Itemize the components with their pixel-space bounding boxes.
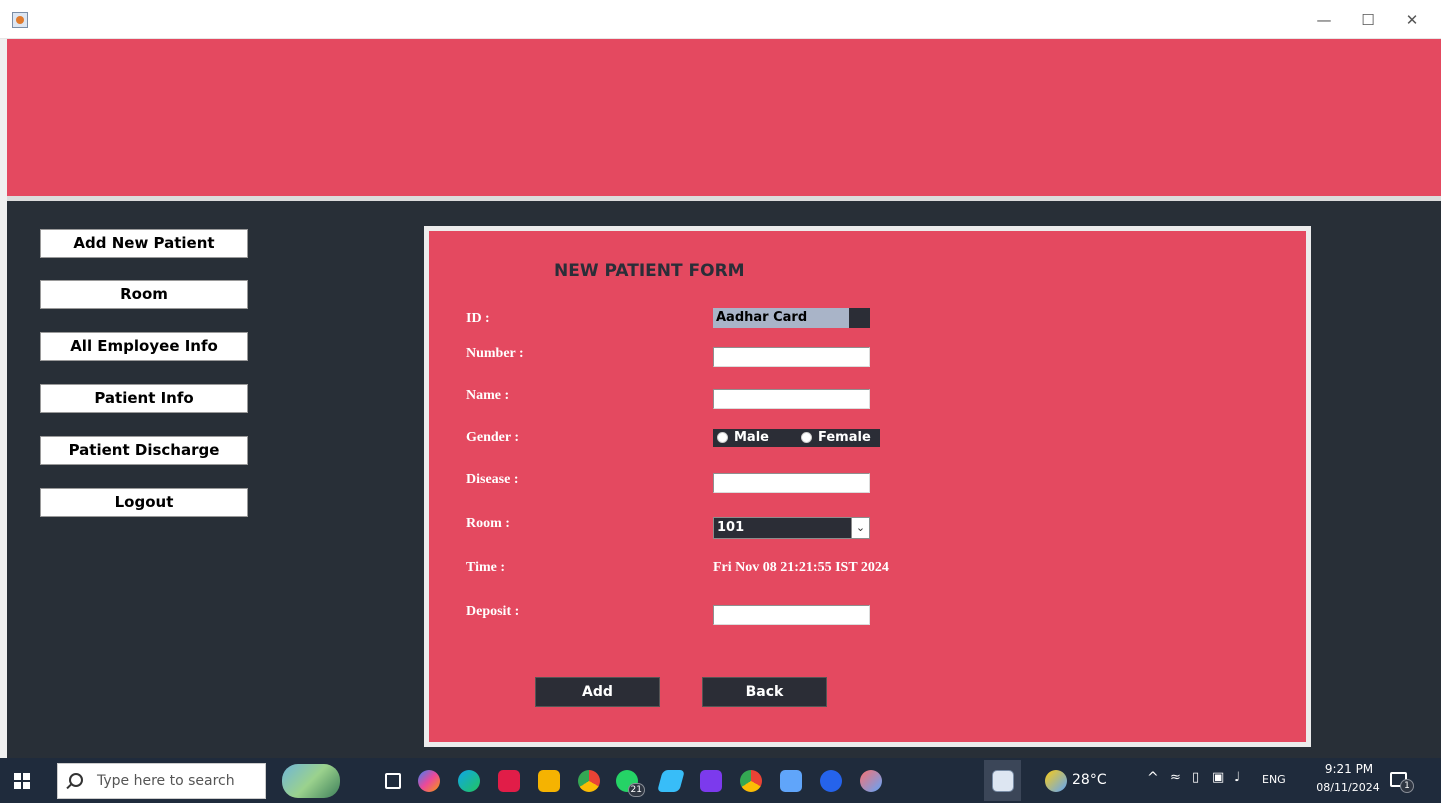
store-icon[interactable]: [498, 770, 520, 792]
wifi-icon[interactable]: ≈: [1170, 770, 1181, 785]
male-radio-label[interactable]: Male: [734, 430, 769, 446]
number-input[interactable]: [713, 347, 870, 367]
paint-icon[interactable]: [860, 770, 882, 792]
clock-time[interactable]: 9:21 PM: [1320, 762, 1378, 776]
notification-badge: 1: [1400, 779, 1414, 793]
notes-icon[interactable]: [657, 770, 685, 792]
clock-date[interactable]: 08/11/2024: [1312, 781, 1384, 794]
edge-icon[interactable]: [458, 770, 480, 792]
header-banner: [7, 39, 1441, 196]
add-button[interactable]: Add: [535, 677, 660, 707]
maximize-button[interactable]: ☐: [1350, 6, 1386, 34]
all-employee-info-button[interactable]: All Employee Info: [40, 332, 248, 361]
whatsapp-icon[interactable]: 21: [616, 770, 645, 797]
task-view-icon[interactable]: [385, 773, 401, 789]
new-patient-form: NEW PATIENT FORM ID : Aadhar Card Number…: [429, 231, 1306, 742]
name-label: Name :: [466, 388, 510, 403]
back-button[interactable]: Back: [702, 677, 827, 707]
room-value: 101: [717, 520, 745, 535]
window-titlebar: — ☐ ✕: [0, 0, 1441, 39]
taskbar: Type here to search 21 28°C ^ ≈ ▯ ▣ ♩ EN…: [0, 758, 1441, 803]
browser-icon[interactable]: [820, 770, 842, 792]
language-indicator[interactable]: ENG: [1262, 773, 1286, 786]
search-highlight-image[interactable]: [282, 764, 340, 798]
search-icon: [69, 773, 83, 787]
chrome-icon[interactable]: [578, 770, 600, 792]
chevron-down-icon[interactable]: ⌄: [851, 518, 869, 538]
deposit-label: Deposit :: [466, 604, 520, 619]
taskbar-search[interactable]: Type here to search: [57, 763, 266, 799]
number-label: Number :: [466, 346, 524, 361]
deposit-input[interactable]: [713, 605, 870, 625]
form-panel-border: NEW PATIENT FORM ID : Aadhar Card Number…: [424, 226, 1311, 747]
gender-radio-group: Male Female: [713, 429, 880, 447]
windows-start-icon[interactable]: [14, 773, 30, 789]
time-value: Fri Nov 08 21:21:55 IST 2024: [713, 560, 889, 575]
room-label: Room :: [466, 516, 510, 531]
add-new-patient-button[interactable]: Add New Patient: [40, 229, 248, 258]
logout-button[interactable]: Logout: [40, 488, 248, 517]
close-button[interactable]: ✕: [1394, 6, 1430, 34]
battery-icon[interactable]: ▯: [1192, 770, 1199, 785]
id-type-dropdown[interactable]: Aadhar Card: [713, 308, 870, 328]
weather-temperature[interactable]: 28°C: [1072, 772, 1107, 788]
java-app-taskbar-icon[interactable]: [992, 770, 1014, 792]
id-type-value: Aadhar Card: [713, 308, 849, 328]
minimize-button[interactable]: —: [1306, 6, 1342, 34]
female-radio[interactable]: [801, 432, 812, 443]
gender-label: Gender :: [466, 430, 520, 445]
network-icon[interactable]: ▣: [1212, 770, 1224, 785]
disease-label: Disease :: [466, 472, 519, 487]
room-button[interactable]: Room: [40, 280, 248, 309]
patient-discharge-button[interactable]: Patient Discharge: [40, 436, 248, 465]
notification-icon[interactable]: 1: [1390, 772, 1414, 793]
patient-info-button[interactable]: Patient Info: [40, 384, 248, 413]
copilot-icon[interactable]: [418, 770, 440, 792]
weather-icon[interactable]: [1045, 770, 1067, 792]
search-placeholder: Type here to search: [97, 773, 235, 789]
id-label: ID :: [466, 311, 490, 326]
chrome-profile-icon[interactable]: [740, 770, 762, 792]
remote-desktop-icon[interactable]: [780, 770, 802, 792]
male-radio[interactable]: [717, 432, 728, 443]
disease-input[interactable]: [713, 473, 870, 493]
intellij-icon[interactable]: [700, 770, 722, 792]
room-dropdown[interactable]: 101 ⌄: [713, 517, 870, 539]
header-separator: [7, 196, 1441, 201]
name-input[interactable]: [713, 389, 870, 409]
form-title: NEW PATIENT FORM: [554, 261, 745, 281]
file-explorer-icon[interactable]: [538, 770, 560, 792]
window-body: Add New Patient Room All Employee Info P…: [7, 39, 1441, 758]
java-app-icon: [12, 12, 28, 28]
chevron-up-icon[interactable]: ^: [1147, 770, 1159, 786]
app-root: — ☐ ✕ Add New Patient Room All Employee …: [0, 0, 1441, 803]
time-label: Time :: [466, 560, 506, 575]
volume-icon[interactable]: ♩: [1234, 770, 1240, 785]
female-radio-label[interactable]: Female: [818, 430, 871, 446]
whatsapp-badge: 21: [627, 783, 645, 797]
